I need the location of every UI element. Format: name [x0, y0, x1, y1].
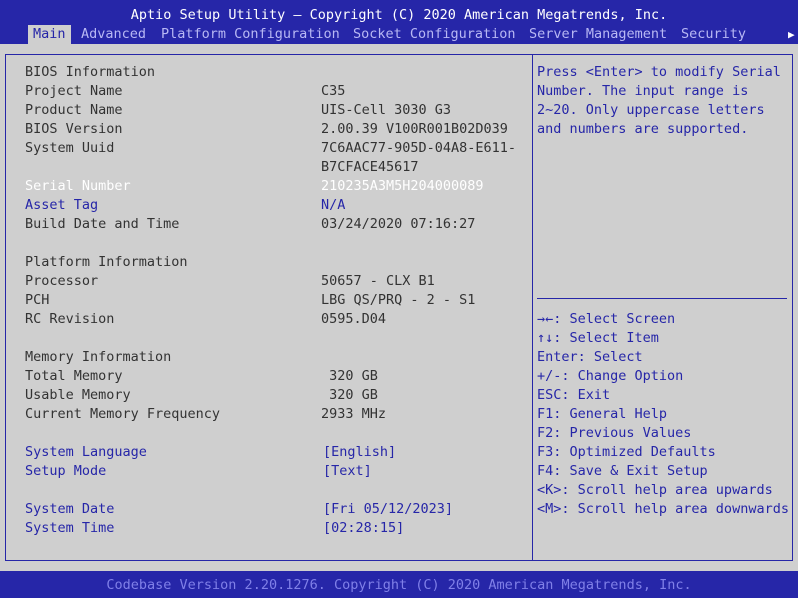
pch-value: LBG QS/PRQ - 2 - S1 — [321, 292, 476, 308]
tab-server-management[interactable]: Server Management — [524, 25, 672, 44]
key-legend-item: →←: Select Screen — [537, 311, 676, 327]
memory-frequency-label: Current Memory Frequency — [25, 406, 221, 422]
setup-mode-label[interactable]: Setup Mode — [25, 462, 106, 481]
bios-info-heading: BIOS Information — [25, 64, 156, 80]
footer-text: Codebase Version 2.20.1276. Copyright (C… — [106, 577, 692, 593]
rc-revision-label: RC Revision — [25, 311, 115, 327]
bios-screen: Aptio Setup Utility – Copyright (C) 2020… — [0, 0, 798, 598]
system-language-value[interactable]: [English] — [323, 443, 396, 462]
system-time-value[interactable]: [02:28:15] — [323, 519, 404, 538]
help-text-line: Press <Enter> to modify Serial — [537, 64, 781, 80]
key-legend-item: <K>: Scroll help area upwards — [537, 482, 773, 498]
help-text-line: Number. The input range is — [537, 83, 749, 99]
project-name-label: Project Name — [25, 83, 123, 99]
serial-number-label[interactable]: Serial Number — [25, 177, 131, 196]
tab-socket-configuration[interactable]: Socket Configuration — [348, 25, 521, 44]
rc-revision-value: 0595.D04 — [321, 311, 387, 327]
right-arrow-icon[interactable]: ▶ — [788, 25, 798, 44]
memory-frequency-value: 2933 MHz — [321, 406, 387, 422]
help-text-line: 2~20. Only uppercase letters — [537, 102, 765, 118]
usable-memory-value: 320 GB — [321, 387, 378, 403]
key-legend-item: F1: General Help — [537, 406, 668, 422]
build-date-label: Build Date and Time — [25, 216, 180, 232]
product-name-label: Product Name — [25, 102, 123, 118]
build-date-value: 03/24/2020 07:16:27 — [321, 216, 476, 232]
tab-main[interactable]: Main — [28, 25, 71, 44]
processor-value: 50657 - CLX B1 — [321, 273, 435, 289]
key-legend-item: ↑↓: Select Item — [537, 330, 659, 346]
pch-label: PCH — [25, 292, 50, 308]
key-legend-item: ESC: Exit — [537, 387, 611, 403]
memory-info-heading: Memory Information — [25, 349, 172, 365]
footer-bar: Codebase Version 2.20.1276. Copyright (C… — [0, 571, 798, 598]
total-memory-label: Total Memory — [25, 368, 123, 384]
system-uuid-label: System Uuid — [25, 140, 115, 156]
usable-memory-label: Usable Memory — [25, 387, 131, 403]
system-language-label[interactable]: System Language — [25, 443, 147, 462]
system-uuid-value-line2: B7CFACE45617 — [321, 159, 419, 175]
key-legend-item: <M>: Scroll help area downwards — [537, 501, 789, 517]
horizontal-divider — [537, 298, 787, 299]
tab-bar: Main Advanced Platform Configuration Soc… — [0, 25, 798, 44]
bios-version-value: 2.00.39 V100R001B02D039 — [321, 121, 508, 137]
asset-tag-value[interactable]: N/A — [321, 196, 345, 215]
platform-info-heading: Platform Information — [25, 254, 188, 270]
key-legend-item: F3: Optimized Defaults — [537, 444, 716, 460]
total-memory-value: 320 GB — [321, 368, 378, 384]
asset-tag-label[interactable]: Asset Tag — [25, 196, 98, 215]
bios-version-label: BIOS Version — [25, 121, 123, 137]
system-date-value[interactable]: [Fri 05/12/2023] — [323, 500, 453, 519]
help-text-line: and numbers are supported. — [537, 121, 749, 137]
system-date-label[interactable]: System Date — [25, 500, 114, 519]
key-legend-item: F4: Save & Exit Setup — [537, 463, 708, 479]
processor-label: Processor — [25, 273, 99, 289]
product-name-value: UIS-Cell 3030 G3 — [321, 102, 452, 118]
key-legend-item: Enter: Select — [537, 349, 643, 365]
system-uuid-value-line1: 7C6AAC77-905D-04A8-E611- — [321, 140, 517, 156]
serial-number-value[interactable]: 210235A3M5H204000089 — [321, 177, 484, 196]
setup-mode-value[interactable]: [Text] — [323, 462, 372, 481]
main-panel: BIOS Information Project Name C35 Produc… — [0, 44, 798, 571]
tab-advanced[interactable]: Advanced — [76, 25, 151, 44]
key-legend-item: +/-: Change Option — [537, 368, 684, 384]
tab-platform-configuration[interactable]: Platform Configuration — [156, 25, 345, 44]
key-legend-item: F2: Previous Values — [537, 425, 692, 441]
window-title: Aptio Setup Utility – Copyright (C) 2020… — [130, 7, 668, 23]
vertical-divider — [532, 54, 533, 561]
tab-security[interactable]: Security — [676, 25, 751, 44]
system-time-label[interactable]: System Time — [25, 519, 114, 538]
project-name-value: C35 — [321, 83, 346, 99]
